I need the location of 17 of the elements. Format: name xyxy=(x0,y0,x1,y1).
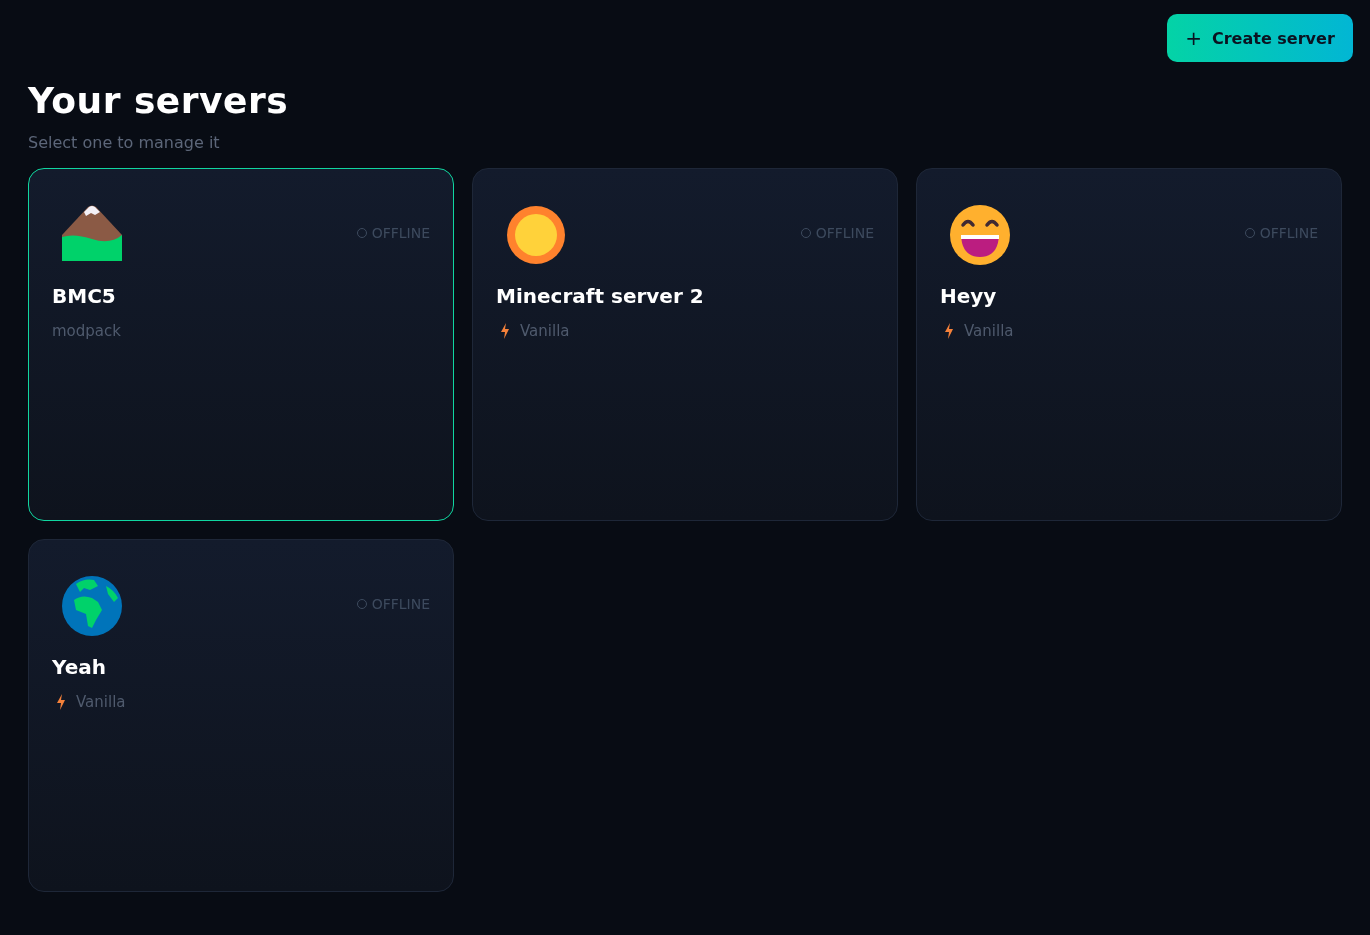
server-name: Minecraft server 2 xyxy=(496,284,705,308)
page-title: Your servers xyxy=(28,80,290,121)
lightning-icon xyxy=(56,694,66,710)
server-type: Vanilla xyxy=(964,322,1014,340)
server-type: Vanilla xyxy=(76,693,126,711)
server-type: modpack xyxy=(52,322,121,340)
lightning-icon xyxy=(500,323,510,339)
lightning-icon xyxy=(944,323,954,339)
create-server-button[interactable]: + Create server xyxy=(1167,14,1353,62)
server-name: BMC5 xyxy=(52,284,117,308)
server-name: Heyy xyxy=(940,284,998,308)
server-name: Yeah xyxy=(52,655,107,679)
page-subtitle: Select one to manage it xyxy=(28,133,221,152)
smiley-icon xyxy=(950,205,1010,265)
globe-icon xyxy=(62,576,122,636)
server-type: Vanilla xyxy=(520,322,570,340)
sun-icon xyxy=(506,205,566,265)
